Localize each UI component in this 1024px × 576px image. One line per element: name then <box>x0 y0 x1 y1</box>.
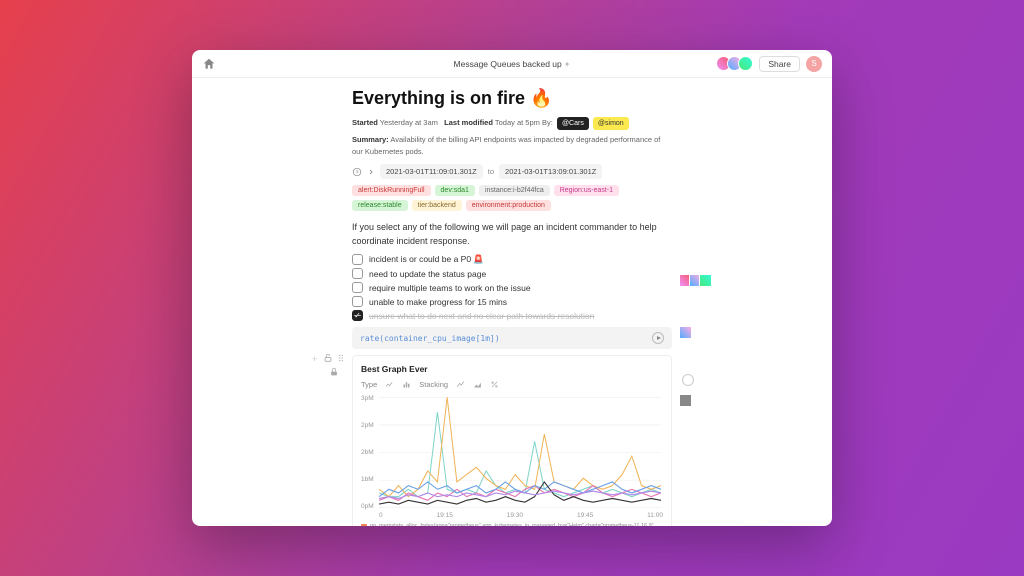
tag[interactable]: release:stable <box>352 200 408 211</box>
checkbox[interactable] <box>352 254 363 265</box>
avatar[interactable] <box>699 274 712 287</box>
time-to-label: to <box>488 167 494 176</box>
home-icon[interactable] <box>202 57 216 71</box>
toolbar-label: Stacking <box>419 380 448 389</box>
tag[interactable]: Region:us-east-1 <box>554 185 619 196</box>
block-gutter <box>320 353 348 377</box>
add-block-icon[interactable]: + <box>312 354 317 364</box>
checklist-label: need to update the status page <box>369 269 486 279</box>
clock-icon <box>352 167 362 177</box>
tag[interactable]: alert:DiskRunningFull <box>352 185 431 196</box>
graph-title: Best Graph Ever <box>361 364 663 374</box>
tag[interactable]: environment:production <box>466 200 551 211</box>
checkbox[interactable] <box>352 310 363 321</box>
toolbar-label: Type <box>361 380 377 389</box>
app-window: Message Queues backed up✦ Share S Everyt… <box>192 50 832 526</box>
summary-row: Summary: Availability of the billing API… <box>352 134 672 158</box>
comment-avatars[interactable] <box>682 274 712 287</box>
stack-icon[interactable] <box>456 380 465 389</box>
author-pill[interactable]: @simon <box>593 117 629 130</box>
time-to-input[interactable]: 2021-03-01T13:09:01.301Z <box>499 164 602 179</box>
tag[interactable]: instance:i-b2f44fca <box>479 185 550 196</box>
checklist-item[interactable]: need to update the status page <box>352 268 672 279</box>
time-range-row: 2021-03-01T11:09:01.301Z to 2021-03-01T1… <box>352 164 672 179</box>
comment-avatars[interactable] <box>682 394 692 407</box>
document: Everything is on fire 🔥 Started Yesterda… <box>352 88 672 526</box>
topbar: Message Queues backed up✦ Share S <box>192 50 832 78</box>
run-icon[interactable] <box>652 332 664 344</box>
checklist-label: unable to make progress for 15 mins <box>369 297 507 307</box>
bar-chart-icon[interactable] <box>402 380 411 389</box>
checkbox[interactable] <box>352 268 363 279</box>
code-text: rate(container_cpu_image[1m]) <box>360 334 500 343</box>
percent-icon[interactable] <box>490 380 499 389</box>
time-from-input[interactable]: 2021-03-01T11:09:01.301Z <box>380 164 483 179</box>
author-pill[interactable]: @Cars <box>557 117 589 130</box>
area-icon[interactable] <box>473 380 482 389</box>
star-icon[interactable]: ✦ <box>564 60 571 69</box>
avatar[interactable] <box>679 394 692 407</box>
checkbox[interactable] <box>352 296 363 307</box>
content-area: Everything is on fire 🔥 Started Yesterda… <box>192 78 832 526</box>
graph-toolbar: Type Stacking <box>361 380 663 389</box>
checklist-item[interactable]: unsure what to do next and no clear path… <box>352 310 672 321</box>
chart-area: 3pM2pM2bM1bM0pM <box>361 395 663 510</box>
tag[interactable]: dev:sda1 <box>435 185 475 196</box>
drag-icon[interactable] <box>336 353 346 363</box>
legend-swatch <box>361 524 367 526</box>
unlock-icon[interactable] <box>323 353 333 363</box>
doc-title-bar[interactable]: Message Queues backed up✦ <box>454 59 571 69</box>
x-axis-labels: 019:1519:3019:4511:00 <box>361 510 663 519</box>
avatar[interactable] <box>679 326 692 339</box>
avatar[interactable] <box>738 56 753 71</box>
page-title: Everything is on fire 🔥 <box>352 88 672 109</box>
comment-avatars[interactable] <box>682 326 692 339</box>
checklist-item[interactable]: incident is or could be a P0 🚨 <box>352 254 672 265</box>
checklist-item[interactable]: require multiple teams to work on the is… <box>352 282 672 293</box>
checklist-label: unsure what to do next and no clear path… <box>369 311 594 321</box>
me-avatar[interactable]: S <box>806 56 822 72</box>
code-block[interactable]: rate(container_cpu_image[1m]) <box>352 327 672 349</box>
presence-avatars[interactable] <box>720 56 753 71</box>
lock-icon[interactable] <box>329 367 339 377</box>
legend-item: go_memstats_alloc_bytes{app="prometheus"… <box>361 523 663 526</box>
checklist-item[interactable]: unable to make progress for 15 mins <box>352 296 672 307</box>
checkbox[interactable] <box>352 282 363 293</box>
comment-icon[interactable] <box>682 374 694 386</box>
tag[interactable]: tier:backend <box>412 200 462 211</box>
checklist-label: require multiple teams to work on the is… <box>369 283 531 293</box>
graph-card: Best Graph Ever Type Stacking 3pM2pM2bM1… <box>352 355 672 526</box>
tags-row: alert:DiskRunningFull dev:sda1 instance:i-… <box>352 185 672 211</box>
checklist-label: incident is or could be a P0 🚨 <box>369 254 484 265</box>
body-paragraph: If you select any of the following we wi… <box>352 221 672 248</box>
chart-svg <box>361 395 663 510</box>
line-chart-icon[interactable] <box>385 380 394 389</box>
share-button[interactable]: Share <box>759 56 800 72</box>
chevron-right-icon[interactable] <box>367 168 375 176</box>
meta-row: Started Yesterday at 3am Last modified T… <box>352 117 672 130</box>
